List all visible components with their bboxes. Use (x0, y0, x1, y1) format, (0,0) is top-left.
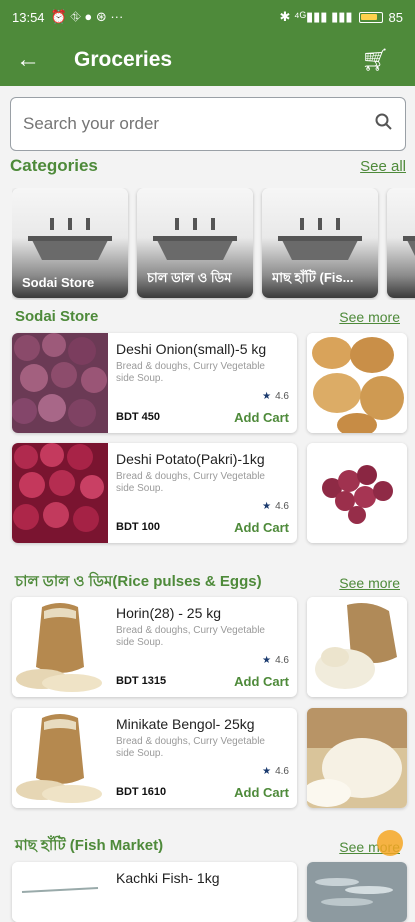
category-card-fish-market[interactable]: মাছ হাঁটি (Fis... (262, 188, 378, 298)
notification-icons: ⏰ ⛗ ● ⊛ ··· (50, 9, 124, 24)
product-rating: ★ 4.6 (262, 391, 289, 402)
category-card-partial[interactable] (387, 188, 415, 298)
product-name: Minikate Bengol- 25kg (116, 716, 255, 732)
category-card-rice-pulses[interactable]: চাল ডাল ও ডিম (137, 188, 253, 298)
product-rating: ★ 4.6 (262, 766, 289, 777)
floating-action-button[interactable] (377, 830, 403, 856)
add-cart-button[interactable]: Add Cart (234, 785, 289, 800)
section-title: চাল ডাল ও ডিম(Rice pulses & Eggs) (15, 573, 262, 590)
section-header-rice-pulses: চাল ডাল ও ডিম(Rice pulses & Eggs) See mo… (15, 570, 400, 595)
rating-value: 4.6 (275, 501, 289, 512)
section-title: মাছ হাঁটি (Fish Market) (15, 837, 164, 854)
product-card-peek-potato[interactable] (307, 333, 407, 433)
search-input[interactable] (23, 114, 375, 134)
star-icon: ★ (262, 501, 272, 512)
search-bar[interactable] (10, 97, 406, 151)
see-more-link[interactable]: See more (339, 575, 400, 591)
category-list: Sodai Store চাল ডাল ও ডিম মাছ হাঁটি (Fis… (12, 188, 415, 300)
app-bar: ← Groceries 🛒︎ (0, 34, 415, 86)
product-card[interactable]: Minikate Bengol- 25kg Bread & doughs, Cu… (12, 708, 297, 808)
page-title: Groceries (74, 48, 173, 71)
product-price: BDT 100 (116, 521, 161, 533)
product-card-peek-rice-bowl[interactable] (307, 708, 407, 808)
add-cart-button[interactable]: Add Cart (234, 520, 289, 535)
status-time: 13:54 (12, 9, 45, 25)
cooking-pot-icon (28, 218, 112, 260)
product-price: BDT 450 (116, 411, 161, 423)
rating-value: 4.6 (275, 391, 289, 402)
product-card[interactable]: Deshi Onion(small)-5 kg Bread & doughs, … (12, 333, 297, 433)
product-name: Horin(28) - 25 kg (116, 605, 222, 621)
star-icon: ★ (262, 391, 272, 402)
product-image-onion (12, 333, 108, 433)
battery-icon (358, 11, 383, 23)
product-image-rice-sack (12, 597, 108, 697)
product-card[interactable]: Horin(28) - 25 kg Bread & doughs, Curry … (12, 597, 297, 697)
rating-value: 4.6 (275, 766, 289, 777)
product-card[interactable]: Deshi Potato(Pakri)-1kg Bread & doughs, … (12, 443, 297, 543)
categories-title: Categories (10, 156, 98, 175)
status-bar: 13:54 ⏰ ⛗ ● ⊛ ··· ✱ ⁴ᴳ▮▮▮ ▮▮▮ 85 (0, 0, 415, 34)
product-image-fish (12, 862, 108, 922)
star-icon: ★ (262, 655, 272, 666)
signal-icons: ✱ ⁴ᴳ▮▮▮ ▮▮▮ (279, 9, 353, 24)
product-description: Bread & doughs, Curry Vegetable side Sou… (116, 625, 265, 648)
category-label: মাছ হাঁটি (Fis... (272, 270, 354, 285)
cooking-pot-icon (153, 218, 237, 260)
product-image-red-onion (12, 443, 108, 543)
section-header-fish-market: মাছ হাঁটি (Fish Market) See more (15, 834, 400, 859)
product-name: Deshi Onion(small)-5 kg (116, 341, 267, 357)
add-cart-button[interactable]: Add Cart (234, 674, 289, 689)
section-header-sodai-store: Sodai Store See more (15, 308, 400, 325)
see-more-link[interactable]: See more (339, 309, 400, 325)
rating-value: 4.6 (275, 655, 289, 666)
see-all-link[interactable]: See all (360, 158, 406, 175)
cart-icon[interactable]: 🛒︎ (361, 47, 389, 73)
category-label: চাল ডাল ও ডিম (147, 270, 232, 285)
product-description: Bread & doughs, Curry Vegetable side Sou… (116, 471, 265, 494)
product-description: Bread & doughs, Curry Vegetable side Sou… (116, 361, 265, 384)
product-image-rice-sack (12, 708, 108, 808)
product-description: Bread & doughs, Curry Vegetable side Sou… (116, 736, 265, 759)
back-arrow-icon[interactable]: ← (16, 46, 46, 74)
categories-header: Categories See all (10, 156, 406, 176)
star-icon: ★ (262, 766, 272, 777)
add-cart-button[interactable]: Add Cart (234, 410, 289, 425)
product-card-peek-rice[interactable] (307, 597, 407, 697)
search-icon[interactable] (375, 113, 393, 136)
product-card[interactable]: Kachki Fish- 1kg (12, 862, 297, 922)
product-name: Deshi Potato(Pakri)-1kg (116, 451, 265, 467)
battery-level: 85 (388, 9, 403, 25)
product-name: Kachki Fish- 1kg (116, 870, 220, 886)
product-price: BDT 1610 (116, 786, 167, 798)
cooking-pot-icon (278, 218, 362, 260)
product-rating: ★ 4.6 (262, 655, 289, 666)
product-card-peek-shallot[interactable] (307, 443, 407, 543)
category-label: Sodai Store (22, 275, 95, 290)
product-card-peek-fish[interactable] (307, 862, 407, 922)
cooking-pot-icon (403, 236, 415, 256)
section-title: Sodai Store (15, 308, 99, 325)
product-price: BDT 1315 (116, 675, 167, 687)
product-rating: ★ 4.6 (262, 501, 289, 512)
category-card-sodai-store[interactable]: Sodai Store (12, 188, 128, 298)
